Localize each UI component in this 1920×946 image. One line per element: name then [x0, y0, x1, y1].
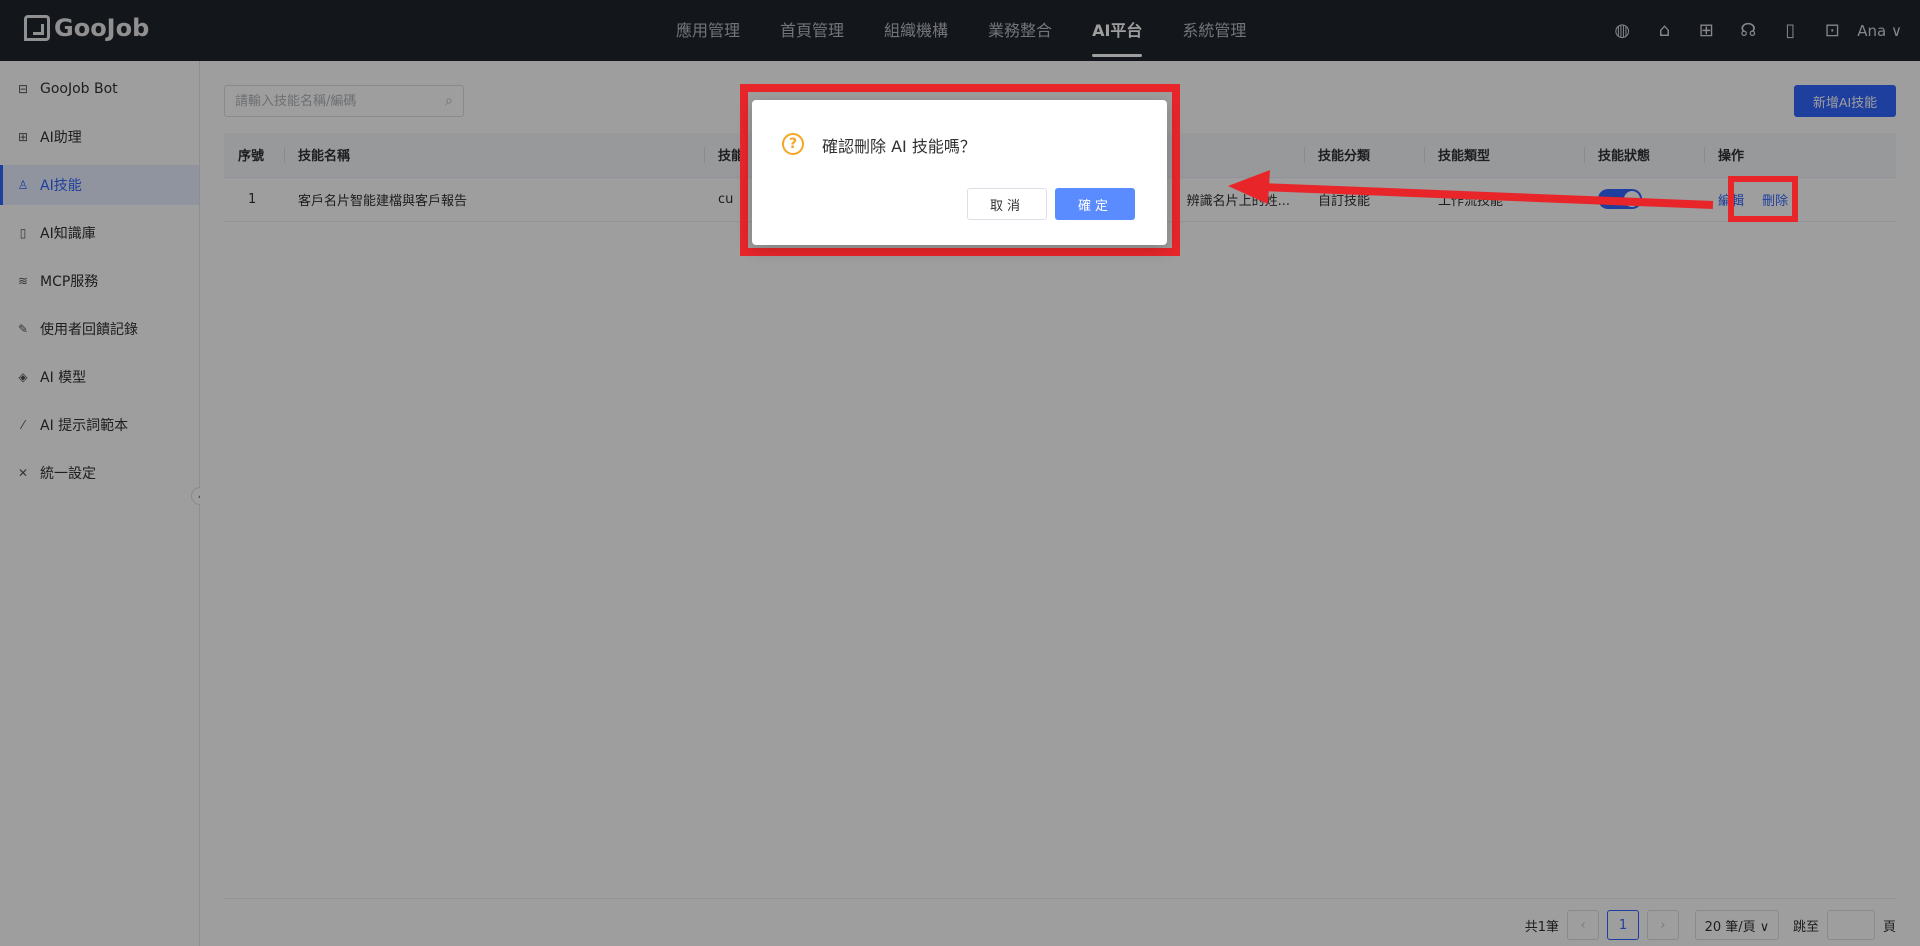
delete-annotation-box: [1728, 176, 1798, 222]
cancel-button[interactable]: 取消: [967, 188, 1047, 220]
confirm-delete-dialog: ? 確認刪除 AI 技能嗎？ 取消 確定: [752, 100, 1167, 245]
question-icon: ?: [782, 133, 804, 155]
confirm-button[interactable]: 確定: [1055, 188, 1135, 220]
dialog-message: 確認刪除 AI 技能嗎？: [822, 137, 976, 156]
